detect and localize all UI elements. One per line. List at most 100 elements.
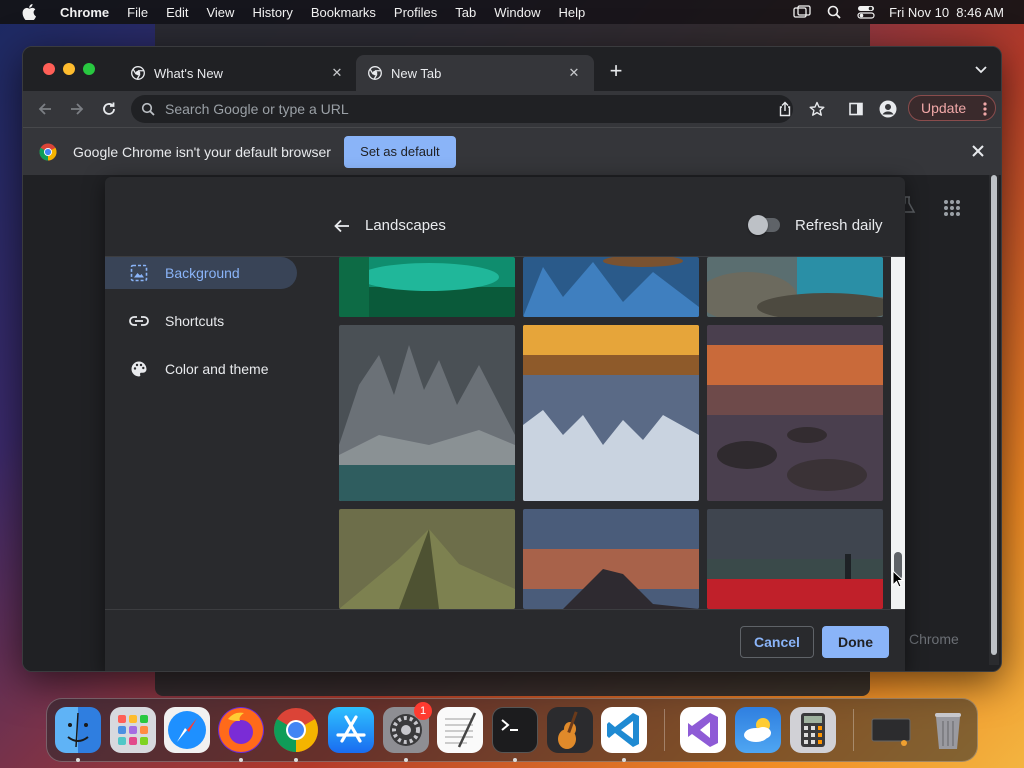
cancel-button[interactable]: Cancel bbox=[740, 626, 814, 658]
search-icon bbox=[141, 102, 155, 116]
background-tile[interactable] bbox=[707, 509, 883, 609]
tab-new-tab[interactable]: New Tab ✕ bbox=[356, 55, 594, 91]
update-label: Update bbox=[921, 100, 967, 116]
toggle-knob bbox=[748, 215, 768, 235]
menu-window[interactable]: Window bbox=[485, 5, 549, 20]
tab-close-icon[interactable]: ✕ bbox=[566, 65, 582, 81]
notification-badge: 1 bbox=[414, 702, 432, 720]
control-center-icon[interactable] bbox=[857, 5, 875, 19]
dock-separator bbox=[664, 709, 665, 751]
sidebar-item-background[interactable]: Background bbox=[105, 257, 297, 289]
menu-help[interactable]: Help bbox=[550, 5, 595, 20]
trash-icon[interactable] bbox=[925, 707, 971, 753]
browser-toolbar: Update bbox=[23, 91, 1001, 127]
tab-close-icon[interactable]: ✕ bbox=[329, 65, 345, 81]
running-indicator bbox=[76, 758, 80, 762]
sidebar-item-shortcuts[interactable]: Shortcuts bbox=[105, 305, 325, 337]
page-scrollbar-thumb[interactable] bbox=[991, 175, 997, 655]
menu-history[interactable]: History bbox=[243, 5, 301, 20]
textedit-icon[interactable] bbox=[437, 707, 483, 753]
omnibox[interactable] bbox=[131, 95, 793, 123]
dock-separator bbox=[853, 709, 854, 751]
sidebar-item-color-theme[interactable]: Color and theme bbox=[105, 353, 325, 385]
back-arrow-icon[interactable] bbox=[35, 99, 55, 119]
background-tile[interactable] bbox=[707, 325, 883, 501]
reload-icon[interactable] bbox=[99, 99, 119, 119]
page-scrollbar[interactable] bbox=[989, 175, 999, 665]
profile-avatar-icon[interactable] bbox=[878, 99, 898, 119]
back-arrow-icon[interactable] bbox=[333, 217, 351, 235]
background-tile[interactable] bbox=[523, 325, 699, 501]
app-store-icon[interactable] bbox=[328, 707, 374, 753]
tab-whats-new[interactable]: What's New ✕ bbox=[119, 55, 357, 91]
menu-bookmarks[interactable]: Bookmarks bbox=[302, 5, 385, 20]
image-icon bbox=[129, 263, 149, 283]
sidebar-item-label: Color and theme bbox=[165, 361, 269, 377]
garageband-icon[interactable] bbox=[547, 707, 593, 753]
done-button[interactable]: Done bbox=[822, 626, 889, 658]
running-indicator bbox=[294, 758, 298, 762]
vscode-icon[interactable] bbox=[601, 707, 647, 753]
forward-arrow-icon[interactable] bbox=[67, 99, 87, 119]
default-browser-infobar: Google Chrome isn't your default browser… bbox=[23, 127, 1001, 175]
terminal-icon[interactable] bbox=[492, 707, 538, 753]
background-tile[interactable] bbox=[339, 257, 515, 317]
infobar-close-icon[interactable] bbox=[971, 144, 985, 158]
menu-tab[interactable]: Tab bbox=[446, 5, 485, 20]
bookmark-star-icon[interactable] bbox=[807, 99, 827, 119]
finder-icon[interactable] bbox=[55, 707, 101, 753]
background-tile[interactable] bbox=[339, 509, 515, 609]
dock bbox=[46, 698, 978, 762]
link-icon bbox=[129, 311, 149, 331]
running-indicator bbox=[513, 758, 517, 762]
menu-view[interactable]: View bbox=[197, 5, 243, 20]
background-tile[interactable] bbox=[523, 257, 699, 317]
mouse-pointer-icon bbox=[892, 570, 904, 588]
running-indicator bbox=[239, 758, 243, 762]
minimize-window-button[interactable] bbox=[63, 63, 75, 75]
menu-profiles[interactable]: Profiles bbox=[385, 5, 446, 20]
share-icon[interactable] bbox=[775, 99, 795, 119]
safari-icon[interactable] bbox=[164, 707, 210, 753]
weather-icon[interactable] bbox=[735, 707, 781, 753]
menu-edit[interactable]: Edit bbox=[157, 5, 197, 20]
background-tile[interactable] bbox=[707, 257, 883, 317]
menu-file[interactable]: File bbox=[118, 5, 157, 20]
menu-bar: Chrome File Edit View History Bookmarks … bbox=[0, 0, 1024, 24]
tab-title: New Tab bbox=[391, 65, 442, 81]
running-indicator bbox=[404, 758, 408, 762]
close-window-button[interactable] bbox=[43, 63, 55, 75]
set-as-default-button[interactable]: Set as default bbox=[343, 135, 456, 168]
omnibox-input[interactable] bbox=[165, 101, 705, 117]
running-indicator bbox=[622, 758, 626, 762]
menu-app-name[interactable]: Chrome bbox=[50, 5, 118, 20]
screenshot-icon[interactable] bbox=[868, 707, 914, 753]
apple-menu-icon[interactable] bbox=[18, 0, 40, 24]
chrome-dock-icon[interactable] bbox=[273, 707, 319, 753]
dialog-sidebar: Background Shortcuts Color and theme bbox=[105, 257, 325, 401]
calculator-icon[interactable] bbox=[790, 707, 836, 753]
spotlight-search-icon[interactable] bbox=[825, 5, 843, 19]
background-tile[interactable] bbox=[339, 325, 515, 501]
refresh-daily-toggle[interactable] bbox=[748, 215, 780, 235]
screen-mirroring-icon[interactable] bbox=[793, 5, 811, 19]
new-tab-plus-icon[interactable]: + bbox=[605, 60, 627, 83]
launchpad-icon[interactable] bbox=[110, 707, 156, 753]
sidebar-item-label: Shortcuts bbox=[165, 313, 225, 329]
background-tile[interactable] bbox=[523, 509, 699, 609]
collection-title: Landscapes bbox=[365, 217, 446, 234]
refresh-daily-label: Refresh daily bbox=[795, 217, 883, 234]
side-panel-icon[interactable] bbox=[846, 99, 866, 119]
more-vert-icon bbox=[983, 102, 987, 116]
firefox-icon[interactable] bbox=[218, 707, 264, 753]
menu-clock[interactable]: Fri Nov 10 8:46 AM bbox=[889, 5, 1004, 20]
gallery-scrollbar[interactable] bbox=[891, 257, 905, 609]
background-image-grid bbox=[339, 257, 889, 609]
visual-studio-icon[interactable] bbox=[680, 707, 726, 753]
zoom-window-button[interactable] bbox=[83, 63, 95, 75]
tab-search-chevron-icon[interactable] bbox=[973, 63, 989, 77]
dialog-header: Landscapes Refresh daily bbox=[105, 177, 905, 257]
google-apps-grid-icon[interactable] bbox=[943, 199, 961, 217]
update-button[interactable]: Update bbox=[908, 95, 996, 121]
dialog-footer: Cancel Done bbox=[105, 609, 905, 671]
